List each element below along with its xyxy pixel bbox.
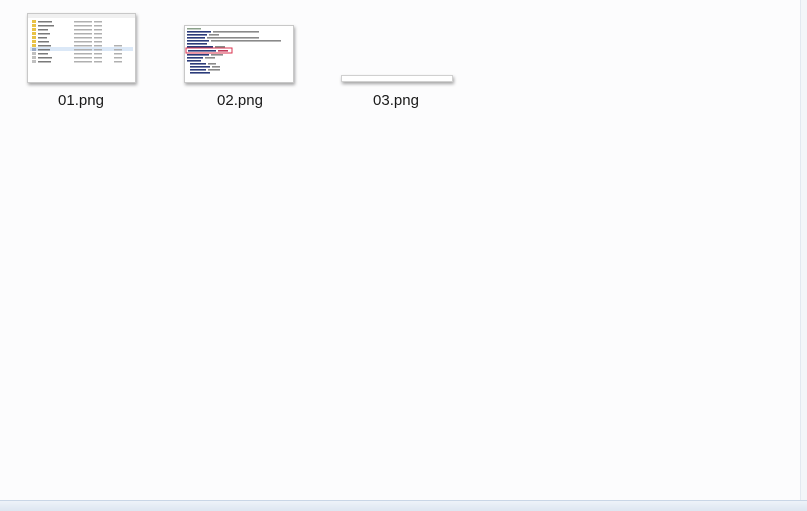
file-item-01[interactable]: 01.png xyxy=(6,0,156,110)
file-browser-pane: 01.png 02.png 03.png xyxy=(0,0,800,500)
thumbnail-01[interactable] xyxy=(27,13,136,83)
file-name[interactable]: 02.png xyxy=(165,92,315,109)
thumbnail-02[interactable] xyxy=(184,25,294,83)
status-bar xyxy=(0,500,807,511)
vertical-scrollbar[interactable] xyxy=(800,0,807,500)
file-list-preview-image xyxy=(28,14,135,82)
file-item-02[interactable]: 02.png xyxy=(165,0,315,110)
file-item-03[interactable]: 03.png xyxy=(321,0,471,110)
file-name[interactable]: 03.png xyxy=(321,92,471,109)
file-name[interactable]: 01.png xyxy=(6,92,156,109)
code-preview-image xyxy=(185,26,293,82)
thumbnail-03[interactable] xyxy=(341,75,453,82)
